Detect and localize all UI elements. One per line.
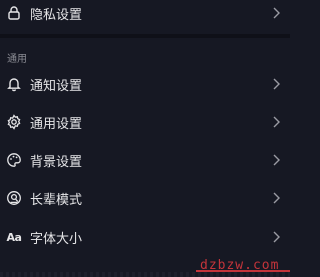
chevron-right-icon bbox=[272, 78, 280, 90]
section-title-general: 通用 bbox=[7, 54, 27, 65]
chevron-right-icon bbox=[272, 7, 280, 19]
general-settings-item[interactable]: 通用设置 bbox=[0, 103, 290, 141]
general-settings-label: 通用设置 bbox=[30, 116, 83, 132]
elder-mode-item[interactable]: 长辈模式 bbox=[0, 179, 290, 217]
privacy-settings-item[interactable]: 隐私设置 bbox=[0, 0, 290, 32]
elder-mode-label: 长辈模式 bbox=[30, 192, 83, 208]
privacy-settings-label: 隐私设置 bbox=[30, 7, 83, 23]
chevron-right-icon bbox=[272, 192, 280, 204]
background-settings-label: 背景设置 bbox=[30, 154, 83, 170]
gear-icon bbox=[6, 114, 22, 130]
font-size-label: 字体大小 bbox=[30, 231, 83, 247]
notification-settings-item[interactable]: 通知设置 bbox=[0, 65, 290, 103]
lock-icon bbox=[6, 5, 22, 21]
chevron-right-icon bbox=[272, 154, 280, 166]
font-size-item[interactable]: Aa 字体大小 bbox=[0, 218, 290, 256]
chevron-right-icon bbox=[272, 116, 280, 128]
notification-settings-label: 通知设置 bbox=[30, 78, 83, 94]
elder-mode-icon bbox=[6, 190, 22, 206]
palette-icon bbox=[6, 152, 22, 168]
chevron-right-icon bbox=[272, 231, 280, 243]
background-settings-item[interactable]: 背景设置 bbox=[0, 141, 290, 179]
font-size-icon-text: Aa bbox=[6, 230, 22, 244]
watermark-underline bbox=[196, 270, 290, 272]
bell-icon bbox=[6, 76, 22, 92]
font-size-icon: Aa bbox=[6, 229, 22, 245]
section-divider bbox=[0, 34, 290, 38]
